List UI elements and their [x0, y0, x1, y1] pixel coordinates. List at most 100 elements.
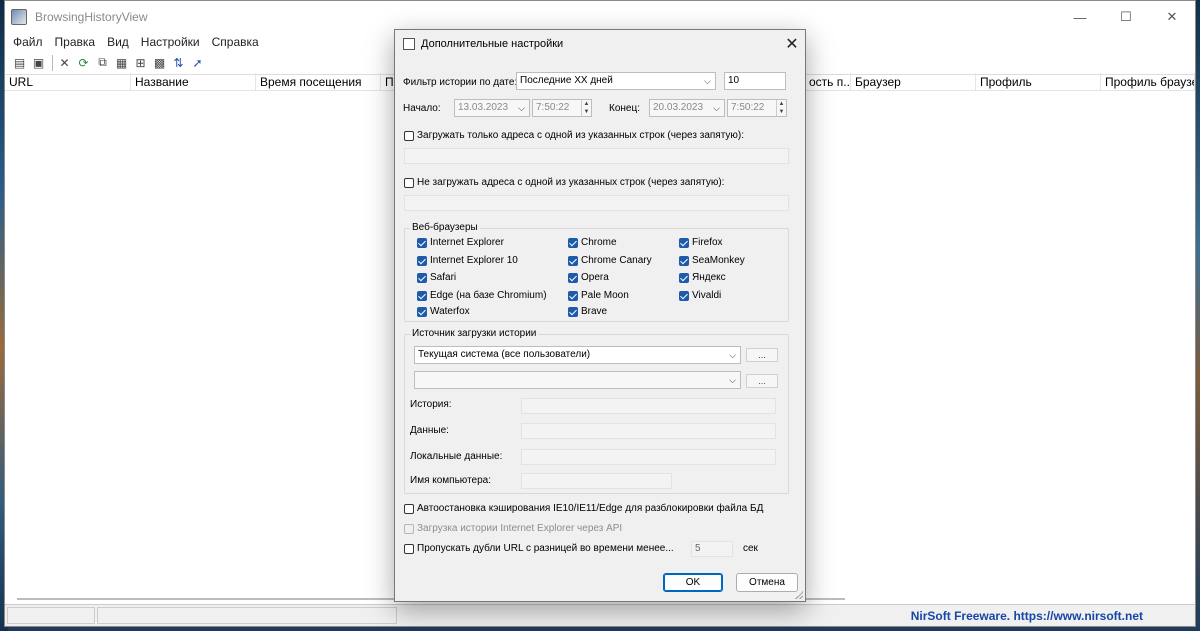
- start-time-spinner[interactable]: 7:50:22 ▲ ▼: [532, 99, 592, 117]
- start-time-value: 7:50:22: [536, 102, 570, 113]
- column-browser-profile[interactable]: Профиль браузера: [1101, 73, 1195, 91]
- delete-icon[interactable]: ✕: [56, 54, 73, 71]
- date-filter-value: Последние XX дней: [520, 75, 613, 86]
- save-icon[interactable]: ▣: [30, 54, 47, 71]
- properties-icon[interactable]: ▦: [113, 54, 130, 71]
- dont-load-label: Не загружать адреса с одной из указанных…: [417, 177, 725, 188]
- browse-profile-button[interactable]: ...: [746, 374, 778, 388]
- start-label: Начало:: [403, 103, 441, 114]
- start-date-picker[interactable]: 13.03.2023 ⌵: [454, 99, 530, 117]
- column-browser[interactable]: Браузер: [851, 73, 976, 91]
- ok-button[interactable]: OK: [663, 573, 723, 592]
- grid-icon[interactable]: ▩: [151, 54, 168, 71]
- browser-checkbox[interactable]: [679, 273, 689, 283]
- chevron-down-icon: ⌵: [729, 375, 736, 385]
- dialog-title: Дополнительные настройки: [421, 37, 564, 50]
- browser-checkbox[interactable]: [417, 307, 427, 317]
- browse-button[interactable]: ...: [746, 348, 778, 362]
- browser-label: Safari: [430, 272, 457, 283]
- toolbar-separator: [52, 54, 53, 71]
- spinner-arrows-icon[interactable]: ▲ ▼: [581, 100, 591, 116]
- status-cell: [97, 607, 397, 624]
- seconds-unit-label: сек: [743, 543, 758, 554]
- exit-icon[interactable]: ➚: [189, 54, 206, 71]
- spinner-arrows-icon[interactable]: ▲ ▼: [776, 100, 786, 116]
- nirsoft-link[interactable]: NirSoft Freeware. https://www.nirsoft.ne…: [911, 609, 1143, 623]
- browser-checkbox[interactable]: [568, 291, 578, 301]
- dialog-icon: [403, 37, 415, 50]
- column-visit-time[interactable]: Время посещения: [256, 73, 381, 91]
- column-visit-type[interactable]: ость п...: [805, 73, 851, 91]
- cancel-button[interactable]: Отмена: [736, 573, 798, 592]
- new-icon[interactable]: ▤: [11, 54, 28, 71]
- load-only-input[interactable]: [404, 148, 789, 164]
- load-only-label: Загружать только адреса с одной из указа…: [417, 130, 745, 141]
- column-profile[interactable]: Профиль: [976, 73, 1101, 91]
- chevron-down-icon: ⌵: [729, 350, 736, 360]
- autostop-caching-checkbox[interactable]: [404, 504, 414, 514]
- menu-file[interactable]: Файл: [9, 35, 51, 49]
- dont-load-checkbox[interactable]: [404, 178, 414, 188]
- end-time-spinner[interactable]: 7:50:22 ▲ ▼: [727, 99, 787, 117]
- close-button[interactable]: ✕: [1149, 1, 1195, 33]
- load-only-checkbox[interactable]: [404, 131, 414, 141]
- browsers-group: Веб-браузеры Internet Explorer Chrome Fi…: [404, 222, 789, 322]
- resize-grip-icon[interactable]: [795, 591, 803, 599]
- column-url[interactable]: URL: [5, 73, 131, 91]
- computer-name-input[interactable]: [521, 473, 672, 489]
- browser-label: Internet Explorer 10: [430, 255, 518, 266]
- data-path-input[interactable]: [521, 423, 776, 439]
- profile-select[interactable]: ⌵: [414, 371, 741, 389]
- browser-label: SeaMonkey: [692, 255, 745, 266]
- app-icon: [11, 9, 27, 25]
- skip-seconds-input[interactable]: 5: [691, 541, 733, 557]
- browser-checkbox[interactable]: [568, 256, 578, 266]
- browser-checkbox[interactable]: [417, 238, 427, 248]
- dialog-close-button[interactable]: ✕: [779, 34, 805, 54]
- browser-label: Chrome: [581, 237, 617, 248]
- local-data-input[interactable]: [521, 449, 776, 465]
- dialog-title-bar: Дополнительные настройки ✕: [395, 30, 805, 57]
- days-input[interactable]: 10: [724, 72, 786, 90]
- browser-checkbox[interactable]: [417, 291, 427, 301]
- browser-checkbox[interactable]: [417, 273, 427, 283]
- ie-api-checkbox[interactable]: [404, 524, 414, 534]
- chevron-down-icon: ⌵: [704, 76, 711, 86]
- menu-options[interactable]: Настройки: [137, 35, 208, 49]
- column-title[interactable]: Название: [131, 73, 256, 91]
- browser-checkbox[interactable]: [568, 238, 578, 248]
- history-source-select[interactable]: Текущая система (все пользователи) ⌵: [414, 346, 741, 364]
- copy-icon[interactable]: ⧉: [94, 54, 111, 71]
- maximize-button[interactable]: ☐: [1103, 1, 1149, 33]
- date-filter-label: Фильтр истории по дате:: [403, 77, 518, 88]
- minimize-button[interactable]: —: [1057, 1, 1103, 33]
- chevron-down-icon: ⌵: [518, 103, 525, 113]
- browser-checkbox[interactable]: [679, 256, 689, 266]
- date-filter-select[interactable]: Последние XX дней ⌵: [516, 72, 716, 90]
- sort-icon[interactable]: ⇅: [170, 54, 187, 71]
- history-path-input[interactable]: [521, 398, 776, 414]
- menu-help[interactable]: Справка: [208, 35, 267, 49]
- browser-checkbox[interactable]: [417, 256, 427, 266]
- dont-load-input[interactable]: [404, 195, 789, 211]
- skip-duplicates-checkbox[interactable]: [404, 544, 414, 554]
- end-date-picker[interactable]: 20.03.2023 ⌵: [649, 99, 725, 117]
- refresh-icon[interactable]: ⟳: [75, 54, 92, 71]
- browser-label: Brave: [581, 306, 608, 317]
- menu-view[interactable]: Вид: [103, 35, 137, 49]
- browser-label: Firefox: [692, 237, 723, 248]
- browser-label: Vivaldi: [692, 290, 722, 301]
- browser-checkbox[interactable]: [679, 238, 689, 248]
- local-data-label: Локальные данные:: [410, 451, 503, 462]
- history-path-label: История:: [410, 399, 452, 410]
- history-source-group: Источник загрузки истории Текущая систем…: [404, 328, 789, 494]
- browser-checkbox[interactable]: [568, 273, 578, 283]
- html-report-icon[interactable]: ⊞: [132, 54, 149, 71]
- browser-checkbox[interactable]: [568, 307, 578, 317]
- ie-api-label: Загрузка истории Internet Explorer через…: [417, 523, 623, 534]
- status-cell: [7, 607, 95, 624]
- menu-edit[interactable]: Правка: [51, 35, 104, 49]
- browsers-group-title: Веб-браузеры: [410, 222, 480, 233]
- autostop-caching-label: Автоостановка кэширования IE10/IE11/Edge…: [417, 503, 764, 514]
- browser-checkbox[interactable]: [679, 291, 689, 301]
